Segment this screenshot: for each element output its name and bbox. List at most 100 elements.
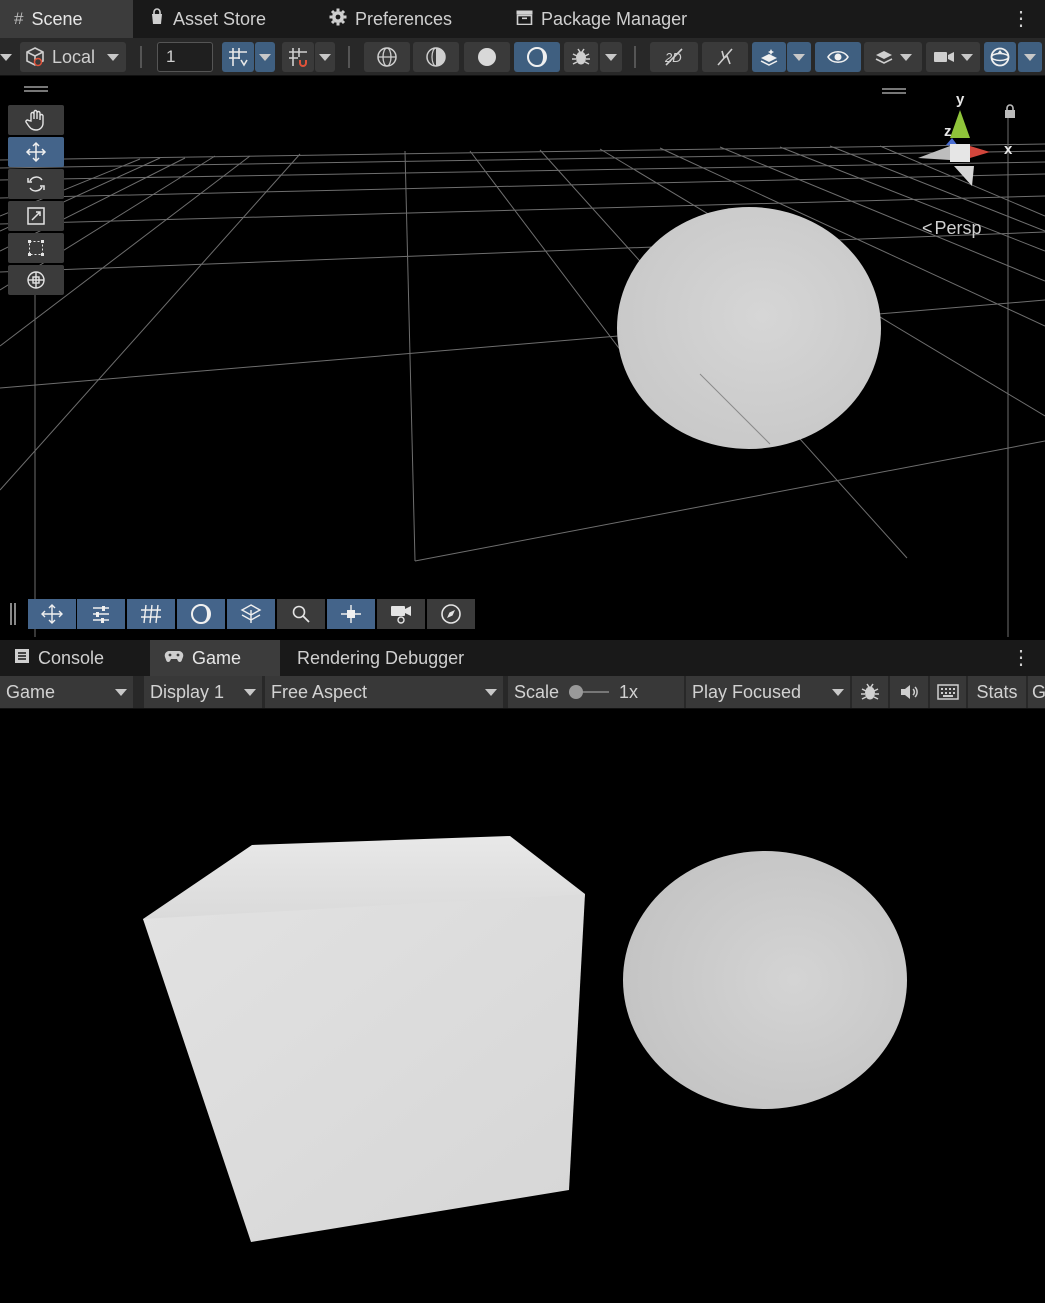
increment-snap-dropdown[interactable] [315,42,335,72]
transform-icon [27,271,45,289]
gizmo-x-label: x [1004,141,1013,158]
overlay-grid-button[interactable] [127,599,175,629]
mute-audio-button[interactable] [890,676,928,708]
chevron-down-icon [832,688,844,696]
unlit-mode-button[interactable] [514,42,560,72]
snap-increment-value: 1 [166,47,176,66]
overlay-camera-button[interactable] [377,599,425,629]
bug-icon [572,48,590,65]
rotate-tool-button[interactable] [8,169,64,199]
search-icon [292,605,310,623]
audio-effects-button[interactable] [752,42,786,72]
tab-scene[interactable]: # Scene [0,0,133,38]
view-mode-dropdown[interactable]: Game [0,676,133,708]
2d-off-icon: 2D [664,48,683,66]
overlay-settings-button[interactable] [77,599,125,629]
game-view[interactable] [0,709,1045,1303]
tool-panel-handle[interactable] [24,86,48,92]
top-tab-bar: # Scene Asset Store Preferences Package … [0,0,1045,38]
overlay-handle[interactable] [882,88,906,94]
chevron-down-icon [244,688,256,696]
keyboard-shortcuts-button[interactable] [930,676,966,708]
pivot-rotation-dropdown[interactable]: Local [20,42,126,72]
bag-icon [149,8,165,30]
snap-increment-field[interactable]: 1 [157,42,213,72]
game-sphere [623,851,907,1109]
wireframe-mode-button[interactable] [364,42,410,72]
display-label: Display 1 [150,681,225,702]
overlay-navmesh-button[interactable] [227,599,275,629]
grid-snap-dropdown[interactable] [255,42,275,72]
tab-game[interactable]: Game [150,640,280,676]
aspect-dropdown[interactable]: Free Aspect [265,676,503,708]
overlay-frame-button[interactable] [327,599,375,629]
hand-tool-button[interactable] [8,105,64,135]
tab-label: Scene [31,8,83,29]
moon-icon [527,47,547,67]
scale-icon [27,207,45,225]
overlay-toolbar-handle[interactable] [10,603,16,625]
projection-toggle[interactable]: < Persp [922,218,982,239]
bug-icon [861,683,879,700]
grid-snap-button[interactable] [222,42,254,72]
tab-preferences[interactable]: Preferences [315,0,495,38]
scale-tool-button[interactable] [8,201,64,231]
increment-snap-button[interactable] [282,42,314,72]
gamepad-icon [164,648,184,669]
more-options-icon[interactable]: ⋮ [1011,9,1031,29]
transform-tool-button[interactable] [8,265,64,295]
stats-button[interactable]: Stats [968,676,1026,708]
shaded-wireframe-icon [426,47,446,67]
lighting-toggle-button[interactable] [702,42,748,72]
scene-sphere[interactable] [617,207,881,449]
overlay-search-button[interactable] [277,599,325,629]
camera-icon [934,52,954,62]
increment-snap-icon [289,48,307,67]
shaded-wireframe-button[interactable] [413,42,459,72]
gizmos-label: G [1032,681,1045,702]
overlay-compass-button[interactable] [427,599,475,629]
debug-draw-mode-button[interactable] [564,42,598,72]
draw-mode-dropdown[interactable] [600,42,622,72]
chevron-down-icon [485,688,497,696]
hash-icon: # [14,9,24,28]
shaded-mode-button[interactable] [464,42,510,72]
tab-rendering-debugger[interactable]: Rendering Debugger [283,640,493,676]
frame-debugger-button[interactable] [852,676,888,708]
layers-dropdown[interactable] [864,42,922,72]
toolbar-overflow-dropdown[interactable] [0,51,12,63]
sliders-icon [93,606,109,623]
2d-toggle-button[interactable]: 2D [650,42,698,72]
gizmos-toggle-button[interactable]: G [1028,676,1045,708]
gizmos-dropdown[interactable] [1018,42,1042,72]
moon-icon [191,604,211,624]
move-tool-button[interactable] [8,137,64,167]
play-mode-dropdown[interactable]: Play Focused [686,676,850,708]
tab-label: Game [192,647,242,668]
tab-package-manager[interactable]: Package Manager [502,0,722,38]
chevron-left-icon: < [922,218,933,238]
camera-settings-dropdown[interactable] [926,42,980,72]
hand-icon [25,109,44,131]
view-mode-label: Game [6,681,56,702]
navmesh-icon [240,604,262,623]
effects-dropdown[interactable] [787,42,811,72]
orientation-gizmo[interactable]: y z x [910,90,1020,200]
tab-console[interactable]: Console [0,640,146,676]
grid-snap-icon [229,48,248,67]
speaker-icon [901,685,918,699]
more-options-icon[interactable]: ⋮ [1011,648,1031,668]
scale-slider[interactable] [569,684,610,700]
display-dropdown[interactable]: Display 1 [144,676,262,708]
overlay-move-button[interactable] [28,599,76,629]
rect-tool-button[interactable] [8,233,64,263]
visibility-toggle-button[interactable] [815,42,861,72]
gizmos-button[interactable] [984,42,1016,72]
scene-viewport[interactable]: y z x < Persp [0,76,1045,637]
move-arrows-icon [25,141,47,163]
overlay-lighting-button[interactable] [177,599,225,629]
scale-slider-thumb[interactable] [569,685,584,699]
play-mode-label: Play Focused [692,681,802,702]
console-icon [14,648,30,669]
tab-asset-store[interactable]: Asset Store [135,0,305,38]
